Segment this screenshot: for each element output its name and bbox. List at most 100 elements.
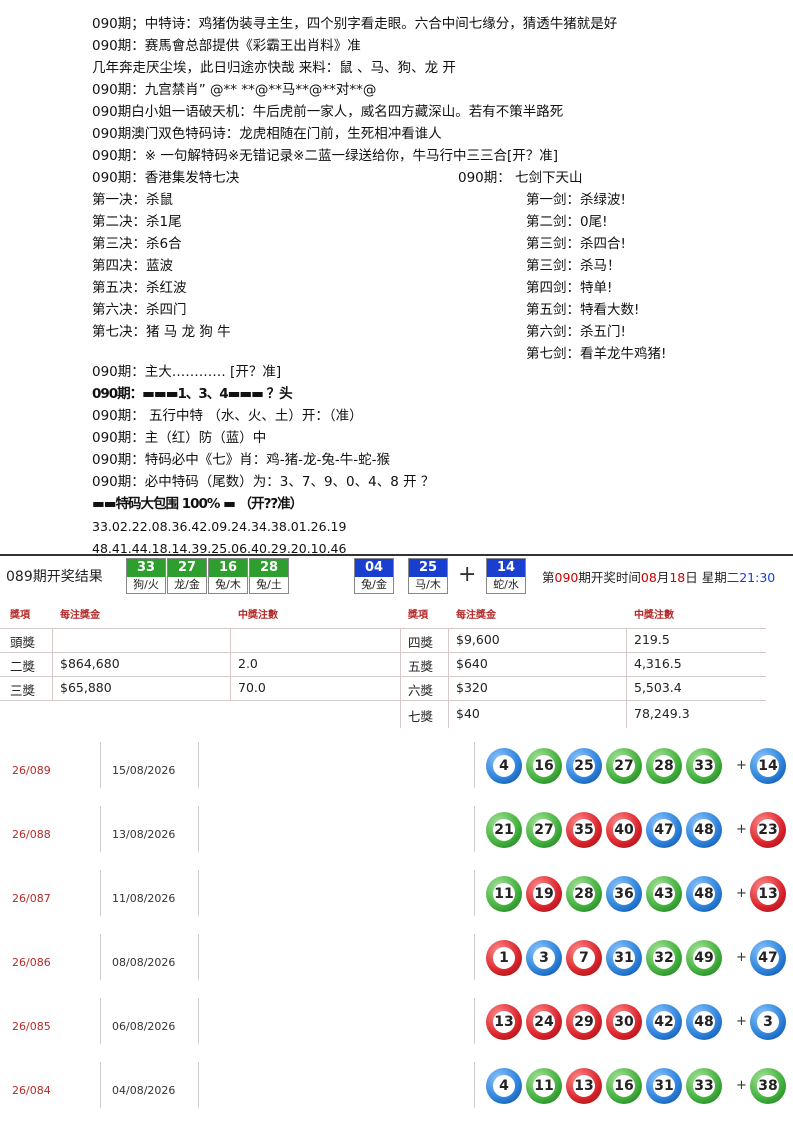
prize-name: 四獎 <box>408 635 434 650</box>
history-ball: 25 <box>566 748 602 784</box>
prize-count: 78,249.3 <box>634 706 690 721</box>
next-draw-day: 18 <box>669 570 686 585</box>
history-ball-number: 25 <box>573 755 595 777</box>
line-tail: 090期：必中特码（尾数）为：3、7、9、0、4、8 开 ？ <box>92 474 435 490</box>
next-draw-month: 08 <box>640 570 657 585</box>
history-ball-number: 43 <box>653 883 675 905</box>
history-divider <box>100 742 101 788</box>
left-item: 第六决：杀四门 <box>92 302 187 318</box>
history-ball: 13 <box>566 1068 602 1104</box>
prize-table: 獎項 每注獎金 中獎注數 獎項 每注獎金 中獎注數 頭獎 二獎 $864,680… <box>0 600 766 728</box>
history-ball-number: 48 <box>693 819 715 841</box>
history-ball-number: 28 <box>573 883 595 905</box>
history-divider <box>100 998 101 1044</box>
history-ball: 13 <box>486 1004 522 1040</box>
history-ball: 24 <box>526 1004 562 1040</box>
history-divider <box>474 934 475 980</box>
next-draw-prefix: 第 <box>542 570 555 585</box>
result-ball-zodiac: 兔/木 <box>215 578 241 591</box>
history-ball: 28 <box>566 876 602 912</box>
history-ball: 4 <box>486 748 522 784</box>
prize-amount: $40 <box>456 706 480 721</box>
history-divider <box>198 806 199 852</box>
line-seven-zodiac: 090期：特码必中《七》肖：鸡-猪-龙-兔-牛-蛇-猴 <box>92 452 390 468</box>
right-item: 第四剑：特单! <box>526 280 613 296</box>
history-ball: 42 <box>646 1004 682 1040</box>
history-ball: 43 <box>646 876 682 912</box>
line-nine-palace: 090期：九宫禁肖” @** **@**马**@**对**@ <box>92 82 377 98</box>
prize-amount: $864,680 <box>60 656 120 671</box>
plus-sign: + <box>458 562 477 587</box>
history-ball-number: 33 <box>693 755 715 777</box>
next-draw-weekday-label: 日 星期 <box>685 570 727 585</box>
plus-sign: + <box>736 1078 747 1093</box>
history-ball-number: 33 <box>693 1075 715 1097</box>
history-ball-number: 36 <box>613 883 635 905</box>
plus-sign: + <box>736 758 747 773</box>
history-row: 26/087 11/08/2026 11 19 28 36 43 48 +13 <box>0 870 793 934</box>
next-draw-time: 21:30 <box>739 570 776 585</box>
result-ball-zodiac: 马/木 <box>415 578 441 591</box>
history-ball-number: 30 <box>613 1011 635 1033</box>
draw-result-title: 089期开奖结果 <box>6 569 103 585</box>
history-special-ball: 3 <box>750 1004 786 1040</box>
history-ball-number: 48 <box>693 883 715 905</box>
history-ball-number: 1 <box>493 947 515 969</box>
history-ball-number: 35 <box>573 819 595 841</box>
history-date: 04/08/2026 <box>112 1084 176 1097</box>
history-ball-number: 48 <box>693 1011 715 1033</box>
history-divider <box>100 806 101 852</box>
history-date: 11/08/2026 <box>112 892 176 905</box>
result-ball-number: 27 <box>168 559 206 577</box>
prize-name: 頭獎 <box>10 635 36 650</box>
history-date: 15/08/2026 <box>112 764 176 777</box>
history-ball: 32 <box>646 940 682 976</box>
history-special-number: 3 <box>757 1011 779 1033</box>
result-ball: 04 兔/金 <box>354 558 394 594</box>
result-ball: 28 兔/土 <box>249 558 289 594</box>
history-ball: 7 <box>566 940 602 976</box>
line-source: 090期：赛馬會总部提供《彩霸王出肖料》准 <box>92 38 361 54</box>
history-ball: 40 <box>606 812 642 848</box>
history-row: 26/088 13/08/2026 21 27 35 40 47 48 +23 <box>0 806 793 870</box>
history-issue: 26/084 <box>12 1084 51 1097</box>
history-special-number: 23 <box>757 819 779 841</box>
left-item: 第五决：杀红波 <box>92 280 187 296</box>
line-one-sentence: 090期：※ 一句解特码※无错记录※二蓝一绿送给你，牛马行中三三合[开？准] <box>92 148 559 164</box>
history-ball-number: 13 <box>493 1011 515 1033</box>
history-divider <box>474 870 475 916</box>
history-ball-number: 47 <box>653 819 675 841</box>
history-ball: 48 <box>686 876 722 912</box>
next-draw-label: 期开奖时间 <box>578 570 641 585</box>
history-special-number: 13 <box>757 883 779 905</box>
special-ball-zodiac: 蛇/水 <box>493 578 519 591</box>
history-row: 26/089 15/08/2026 4 16 25 27 28 33 +14 <box>0 742 793 806</box>
right-item: 第三剑：杀马！ <box>526 258 621 274</box>
history-divider <box>198 1062 199 1108</box>
history-ball-number: 4 <box>493 755 515 777</box>
history-ball: 36 <box>606 876 642 912</box>
history-ball-number: 31 <box>653 1075 675 1097</box>
history-ball-number: 7 <box>573 947 595 969</box>
result-ball: 33 狗/火 <box>126 558 166 594</box>
history-ball: 27 <box>606 748 642 784</box>
history-ball: 3 <box>526 940 562 976</box>
next-draw-issue: 090 <box>554 570 579 585</box>
line-color: 090期：主（红）防（蓝）中 <box>92 430 267 446</box>
history-divider <box>198 870 199 916</box>
history-ball: 1 <box>486 940 522 976</box>
history-ball: 16 <box>526 748 562 784</box>
prize-count: 219.5 <box>634 632 670 647</box>
prize-name: 七獎 <box>408 709 434 724</box>
result-ball-zodiac: 龙/金 <box>174 578 200 591</box>
result-ball-number: 16 <box>209 559 247 577</box>
line-white-lady: 090期白小姐一语破天机：牛后虎前一家人，威名四方藏深山。若有不策半路死 <box>92 104 564 120</box>
prize-amount: $9,600 <box>456 632 500 647</box>
history-divider <box>100 870 101 916</box>
history-special-ball: 14 <box>750 748 786 784</box>
result-ball: 16 兔/木 <box>208 558 248 594</box>
right-item: 第五剑：特看大数! <box>526 302 640 318</box>
special-ball-number: 14 <box>487 559 525 577</box>
history-special-ball: 13 <box>750 876 786 912</box>
result-ball: 25 马/木 <box>408 558 448 594</box>
